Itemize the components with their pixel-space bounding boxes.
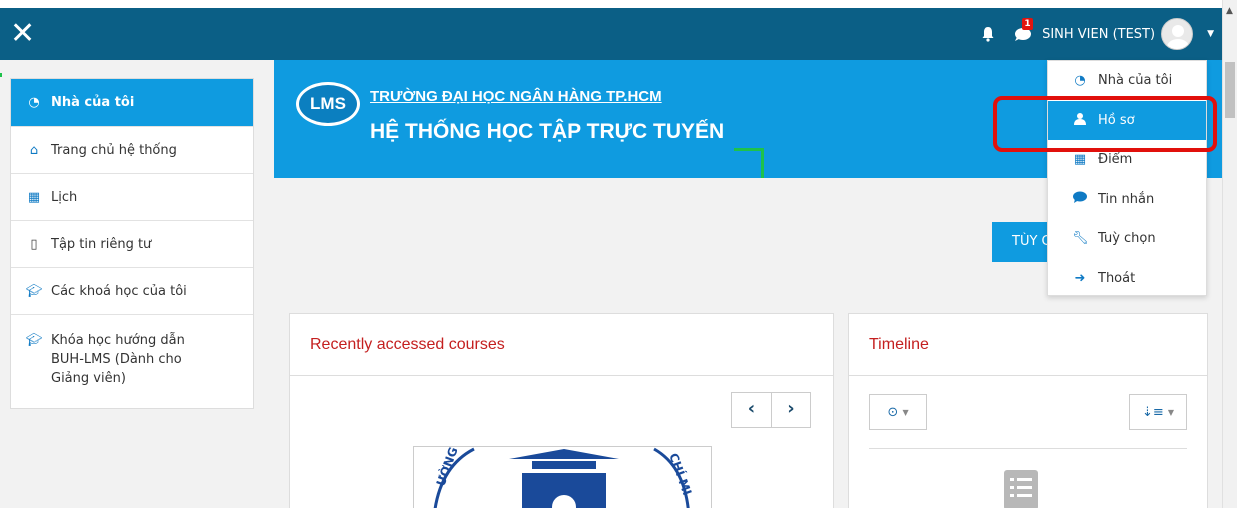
drawer-item-my-courses[interactable]: 🎓︎ Các khoá học của tôi (11, 268, 253, 315)
user-menu-messages[interactable]: Tin nhắn (1048, 180, 1206, 220)
recent-courses-card: Recently accessed courses ‹ › ƯỜNG CHÍ M… (289, 313, 834, 508)
drawer-item-private-files[interactable]: ▯ Tập tin riêng tư (11, 221, 253, 268)
user-menu-label: Tin nhắn (1098, 191, 1155, 207)
chevron-down-icon: ▼ (1167, 407, 1175, 417)
wrench-icon: 🔧︎ (1072, 231, 1089, 247)
timeline-filter-button[interactable]: ⊙ ▼ (869, 394, 927, 430)
user-menu-label: Nhà của tôi (1098, 73, 1173, 89)
chevron-left-icon[interactable]: ‹ (732, 393, 771, 427)
svg-text:ƯỜNG: ƯỜNG (433, 447, 461, 488)
user-menu-preferences[interactable]: 🔧︎ Tuỳ chọn (1048, 219, 1206, 259)
card-title: Timeline (849, 314, 1207, 376)
chevron-right-icon[interactable]: › (771, 393, 810, 427)
course-image[interactable]: ƯỜNG CHÍ MI (413, 446, 712, 508)
messages-icon[interactable]: 1 (1014, 18, 1034, 42)
list-icon (1004, 470, 1038, 508)
divider (869, 448, 1187, 449)
user-menu-label: Tuỳ chọn (1098, 231, 1156, 247)
drawer-item-dashboard[interactable]: ◔ Nhà của tôi (11, 79, 253, 127)
user-menu-label: Điểm (1098, 152, 1133, 168)
user-menu-label: Thoát (1098, 270, 1136, 286)
clock-icon: ⊙ (887, 404, 899, 420)
card-title: Recently accessed courses (290, 314, 833, 376)
banner-system-name: HỆ THỐNG HỌC TẬP TRỰC TUYẾN (370, 120, 725, 143)
drawer-item-label: Các khoá học của tôi (51, 283, 187, 299)
sign-out-icon: ➜ (1074, 270, 1086, 286)
dashboard-icon: ◔ (1074, 73, 1086, 89)
lms-logo: LMS (296, 82, 360, 126)
highlight-annotation (993, 96, 1217, 152)
focus-marker (0, 73, 2, 77)
timeline-sort-button[interactable]: ⇣≡ ▼ (1129, 394, 1187, 430)
sort-icon: ⇣≡ (1141, 404, 1164, 420)
drawer-item-label: Lịch (51, 189, 78, 205)
drawer-item-site-home[interactable]: ⌂ Trang chủ hệ thống (11, 127, 253, 174)
nav-drawer: ◔ Nhà của tôi ⌂ Trang chủ hệ thống ▦ Lịc… (10, 78, 254, 409)
drawer-item-calendar[interactable]: ▦ Lịch (11, 174, 253, 221)
user-name[interactable]: SINH VIEN (TEST) (1042, 27, 1155, 42)
navbar-user-area: 1 SINH VIEN (TEST) ▼ (980, 16, 1214, 52)
avatar[interactable] (1161, 18, 1194, 50)
customize-page-button[interactable]: TÙY CHỈNH TRANG NÀY (992, 222, 1052, 262)
drawer-item-label: Tập tin riêng tư (51, 236, 152, 252)
vertical-scrollbar[interactable]: ▲ (1222, 0, 1237, 508)
scroll-up-icon[interactable]: ▲ (1226, 6, 1233, 16)
table-icon: ▦ (1073, 152, 1087, 168)
focus-corner-marker (734, 148, 764, 178)
scrollbar-thumb[interactable] (1225, 62, 1235, 118)
graduation-cap-icon: 🎓︎ (25, 283, 43, 299)
chevron-down-icon: ▼ (902, 407, 909, 417)
drawer-item-label: Nhà của tôi (51, 95, 135, 110)
drawer-item-course-guide[interactable]: 🎓︎ Khóa học hướng dẫn BUH-LMS (Dành cho … (11, 315, 253, 407)
window-top-edge (0, 0, 1237, 8)
drawer-item-label: Trang chủ hệ thống (51, 142, 177, 158)
svg-text:CHÍ MI: CHÍ MI (666, 451, 695, 497)
banner-university-name: TRƯỜNG ĐẠI HỌC NGÂN HÀNG TP.HCM (370, 88, 662, 105)
top-navbar: ✕ 1 SINH VIEN (TEST) ▼ (0, 8, 1222, 60)
bell-icon[interactable] (980, 26, 996, 42)
drawer-item-label: Khóa học hướng dẫn BUH-LMS (Dành cho Giả… (51, 333, 185, 386)
close-drawer-button[interactable]: ✕ (10, 19, 40, 50)
user-menu-dashboard[interactable]: ◔ Nhà của tôi (1048, 61, 1206, 101)
home-icon: ⌂ (29, 142, 39, 158)
timeline-card: Timeline ⊙ ▼ ⇣≡ ▼ (848, 313, 1208, 508)
chevron-down-icon[interactable]: ▼ (1207, 29, 1214, 39)
graduation-cap-icon: 🎓︎ (25, 333, 43, 348)
course-pager: ‹ › (731, 392, 811, 428)
comment-icon (1072, 191, 1088, 207)
file-icon: ▯ (30, 236, 38, 252)
user-menu-logout[interactable]: ➜ Thoát (1048, 259, 1206, 299)
message-count-badge: 1 (1022, 18, 1034, 30)
calendar-icon: ▦ (27, 189, 41, 205)
dashboard-icon: ◔ (28, 95, 40, 110)
